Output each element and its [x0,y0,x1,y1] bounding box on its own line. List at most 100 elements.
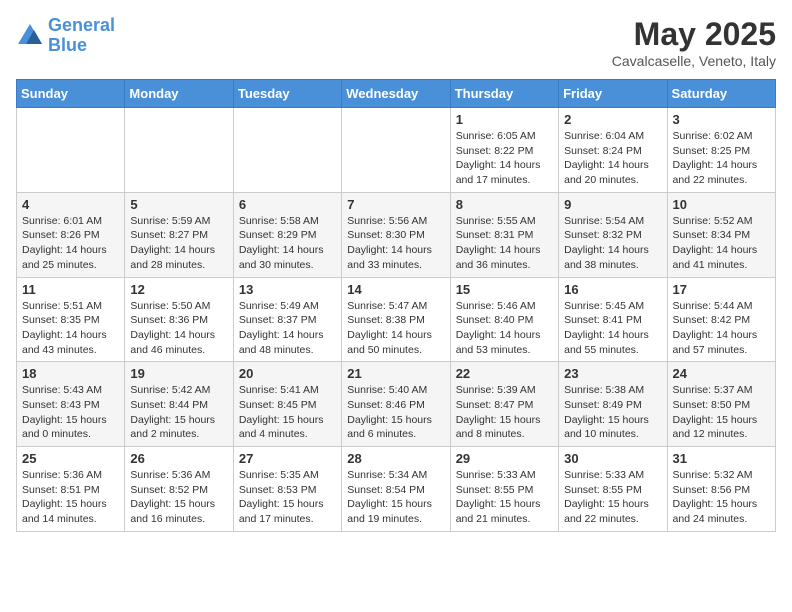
day-number: 31 [673,451,770,466]
day-number: 22 [456,366,553,381]
calendar-cell: 7 Sunrise: 5:56 AMSunset: 8:30 PMDaylight… [342,192,450,277]
day-number: 14 [347,282,444,297]
day-number: 25 [22,451,119,466]
day-info: Sunrise: 6:05 AMSunset: 8:22 PMDaylight:… [456,129,553,188]
day-number: 9 [564,197,661,212]
day-number: 18 [22,366,119,381]
calendar-cell: 6Sunrise: 5:58 AMSunset: 8:29 PMDaylight… [233,192,341,277]
calendar-cell: 29 Sunrise: 5:33 AMSunset: 8:55 PMDayligh… [450,447,558,532]
day-number: 7 [347,197,444,212]
day-number: 4 [22,197,119,212]
calendar-cell [17,108,125,193]
weekday-header-monday: Monday [125,80,233,108]
calendar-cell: 22 Sunrise: 5:39 AMSunset: 8:47 PMDayligh… [450,362,558,447]
weekday-header-friday: Friday [559,80,667,108]
day-number: 2 [564,112,661,127]
calendar-cell: 2 Sunrise: 6:04 AMSunset: 8:24 PMDaylight… [559,108,667,193]
calendar-cell: 27Sunrise: 5:35 AMSunset: 8:53 PMDayligh… [233,447,341,532]
calendar-week-row: 1 Sunrise: 6:05 AMSunset: 8:22 PMDaylight… [17,108,776,193]
day-info: Sunrise: 5:42 AMSunset: 8:44 PMDaylight:… [130,383,227,442]
weekday-header-sunday: Sunday [17,80,125,108]
calendar-cell: 25 Sunrise: 5:36 AMSunset: 8:51 PMDayligh… [17,447,125,532]
day-number: 28 [347,451,444,466]
calendar-cell: 31 Sunrise: 5:32 AMSunset: 8:56 PMDayligh… [667,447,775,532]
day-info: Sunrise: 5:41 AMSunset: 8:45 PMDaylight:… [239,383,336,442]
weekday-header-wednesday: Wednesday [342,80,450,108]
day-info: Sunrise: 5:49 AMSunset: 8:37 PMDaylight:… [239,299,336,358]
day-info: Sunrise: 5:43 AMSunset: 8:43 PMDaylight:… [22,383,119,442]
day-info: Sunrise: 5:37 AMSunset: 8:50 PMDaylight:… [673,383,770,442]
weekday-header-saturday: Saturday [667,80,775,108]
calendar-table: SundayMondayTuesdayWednesdayThursdayFrid… [16,79,776,532]
calendar-cell [342,108,450,193]
calendar-cell: 13 Sunrise: 5:49 AMSunset: 8:37 PMDayligh… [233,277,341,362]
day-info: Sunrise: 5:51 AMSunset: 8:35 PMDaylight:… [22,299,119,358]
calendar-cell: 23 Sunrise: 5:38 AMSunset: 8:49 PMDayligh… [559,362,667,447]
day-number: 3 [673,112,770,127]
calendar-cell [125,108,233,193]
day-number: 10 [673,197,770,212]
calendar-cell: 1 Sunrise: 6:05 AMSunset: 8:22 PMDaylight… [450,108,558,193]
day-info: Sunrise: 5:52 AMSunset: 8:34 PMDaylight:… [673,214,770,273]
day-info: Sunrise: 6:02 AMSunset: 8:25 PMDaylight:… [673,129,770,188]
calendar-cell: 10 Sunrise: 5:52 AMSunset: 8:34 PMDayligh… [667,192,775,277]
calendar-cell: 5 Sunrise: 5:59 AMSunset: 8:27 PMDaylight… [125,192,233,277]
logo-icon [16,22,44,50]
day-number: 12 [130,282,227,297]
day-number: 5 [130,197,227,212]
day-info: Sunrise: 6:04 AMSunset: 8:24 PMDaylight:… [564,129,661,188]
day-number: 26 [130,451,227,466]
calendar-cell: 4 Sunrise: 6:01 AMSunset: 8:26 PMDaylight… [17,192,125,277]
day-number: 21 [347,366,444,381]
day-info: Sunrise: 6:01 AMSunset: 8:26 PMDaylight:… [22,214,119,273]
day-info: Sunrise: 5:55 AMSunset: 8:31 PMDaylight:… [456,214,553,273]
day-info: Sunrise: 5:38 AMSunset: 8:49 PMDaylight:… [564,383,661,442]
logo-line2: Blue [48,36,115,56]
month-title: May 2025 [612,16,776,53]
day-number: 29 [456,451,553,466]
day-info: Sunrise: 5:58 AMSunset: 8:29 PMDaylight:… [239,214,336,273]
calendar-cell: 19 Sunrise: 5:42 AMSunset: 8:44 PMDayligh… [125,362,233,447]
day-info: Sunrise: 5:34 AMSunset: 8:54 PMDaylight:… [347,468,444,527]
calendar-week-row: 4 Sunrise: 6:01 AMSunset: 8:26 PMDaylight… [17,192,776,277]
day-number: 8 [456,197,553,212]
day-info: Sunrise: 5:33 AMSunset: 8:55 PMDaylight:… [456,468,553,527]
day-info: Sunrise: 5:35 AMSunset: 8:53 PMDaylight:… [239,468,336,527]
day-info: Sunrise: 5:56 AMSunset: 8:30 PMDaylight:… [347,214,444,273]
day-number: 19 [130,366,227,381]
day-number: 13 [239,282,336,297]
calendar-cell: 26Sunrise: 5:36 AMSunset: 8:52 PMDayligh… [125,447,233,532]
day-info: Sunrise: 5:36 AMSunset: 8:51 PMDaylight:… [22,468,119,527]
day-number: 24 [673,366,770,381]
calendar-cell: 14 Sunrise: 5:47 AMSunset: 8:38 PMDayligh… [342,277,450,362]
weekday-header-tuesday: Tuesday [233,80,341,108]
calendar-cell: 20 Sunrise: 5:41 AMSunset: 8:45 PMDayligh… [233,362,341,447]
day-number: 20 [239,366,336,381]
calendar-cell: 8 Sunrise: 5:55 AMSunset: 8:31 PMDaylight… [450,192,558,277]
calendar-cell: 30 Sunrise: 5:33 AMSunset: 8:55 PMDayligh… [559,447,667,532]
day-number: 16 [564,282,661,297]
calendar-week-row: 18 Sunrise: 5:43 AMSunset: 8:43 PMDayligh… [17,362,776,447]
page-header: General Blue May 2025 Cavalcaselle, Vene… [16,16,776,69]
day-info: Sunrise: 5:47 AMSunset: 8:38 PMDaylight:… [347,299,444,358]
logo: General Blue [16,16,115,56]
day-info: Sunrise: 5:40 AMSunset: 8:46 PMDaylight:… [347,383,444,442]
day-info: Sunrise: 5:44 AMSunset: 8:42 PMDaylight:… [673,299,770,358]
day-info: Sunrise: 5:39 AMSunset: 8:47 PMDaylight:… [456,383,553,442]
calendar-cell: 15Sunrise: 5:46 AMSunset: 8:40 PMDayligh… [450,277,558,362]
calendar-week-row: 25 Sunrise: 5:36 AMSunset: 8:51 PMDayligh… [17,447,776,532]
logo-line1: General [48,15,115,35]
day-number: 15 [456,282,553,297]
calendar-cell: 24 Sunrise: 5:37 AMSunset: 8:50 PMDayligh… [667,362,775,447]
calendar-cell: 9Sunrise: 5:54 AMSunset: 8:32 PMDaylight… [559,192,667,277]
calendar-cell [233,108,341,193]
calendar-cell: 12Sunrise: 5:50 AMSunset: 8:36 PMDayligh… [125,277,233,362]
day-number: 30 [564,451,661,466]
day-info: Sunrise: 5:33 AMSunset: 8:55 PMDaylight:… [564,468,661,527]
weekday-header-row: SundayMondayTuesdayWednesdayThursdayFrid… [17,80,776,108]
day-number: 23 [564,366,661,381]
day-info: Sunrise: 5:59 AMSunset: 8:27 PMDaylight:… [130,214,227,273]
day-number: 1 [456,112,553,127]
calendar-cell: 16Sunrise: 5:45 AMSunset: 8:41 PMDayligh… [559,277,667,362]
day-info: Sunrise: 5:32 AMSunset: 8:56 PMDaylight:… [673,468,770,527]
